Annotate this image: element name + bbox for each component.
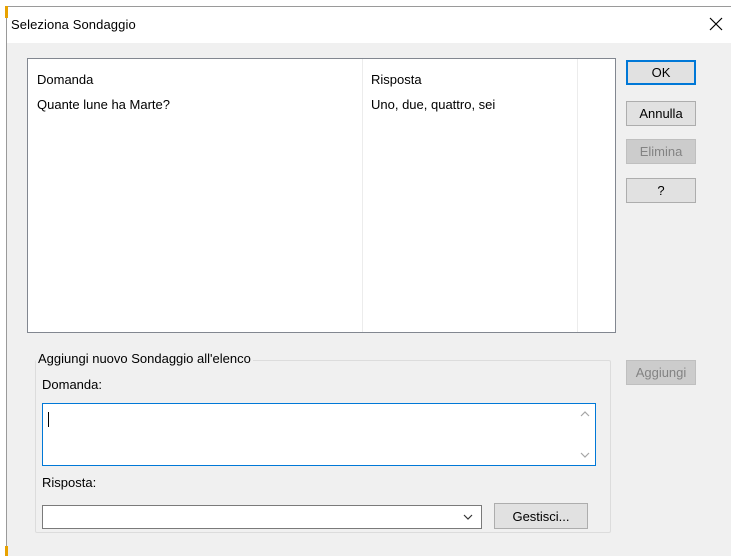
- add-button[interactable]: Aggiungi: [626, 360, 696, 385]
- text-caret: [48, 412, 49, 427]
- title-bar: Seleziona Sondaggio: [7, 7, 731, 43]
- column-header-question[interactable]: Domanda: [37, 72, 93, 87]
- poll-dialog: Seleziona Sondaggio Domanda Risposta Qua…: [6, 6, 731, 556]
- add-poll-group-title: Aggiungi nuovo Sondaggio all'elenco: [36, 351, 253, 366]
- question-label: Domanda:: [42, 377, 102, 392]
- window-edge-accent: [5, 546, 8, 556]
- column-separator: [577, 59, 578, 332]
- manage-button[interactable]: Gestisci...: [494, 503, 588, 529]
- poll-list[interactable]: Domanda Risposta Quante lune ha Marte? U…: [27, 58, 616, 333]
- delete-button[interactable]: Elimina: [626, 139, 696, 164]
- close-icon: [709, 17, 723, 31]
- chevron-down-icon[interactable]: [462, 511, 474, 523]
- answer-combobox[interactable]: [42, 505, 482, 529]
- scroll-down-icon[interactable]: [579, 450, 591, 460]
- help-button[interactable]: ?: [626, 178, 696, 203]
- dialog-title: Seleziona Sondaggio: [11, 17, 136, 32]
- answer-label: Risposta:: [42, 475, 97, 490]
- window-edge-accent: [5, 6, 8, 18]
- row-question-cell[interactable]: Quante lune ha Marte?: [37, 97, 170, 112]
- cancel-button[interactable]: Annulla: [626, 101, 696, 126]
- question-textarea[interactable]: [42, 403, 596, 466]
- row-answer-cell[interactable]: Uno, due, quattro, sei: [371, 97, 495, 112]
- column-header-answer[interactable]: Risposta: [371, 72, 422, 87]
- scroll-up-icon[interactable]: [579, 409, 591, 419]
- ok-button[interactable]: OK: [626, 60, 696, 85]
- close-button[interactable]: [705, 13, 727, 35]
- column-separator: [362, 59, 363, 332]
